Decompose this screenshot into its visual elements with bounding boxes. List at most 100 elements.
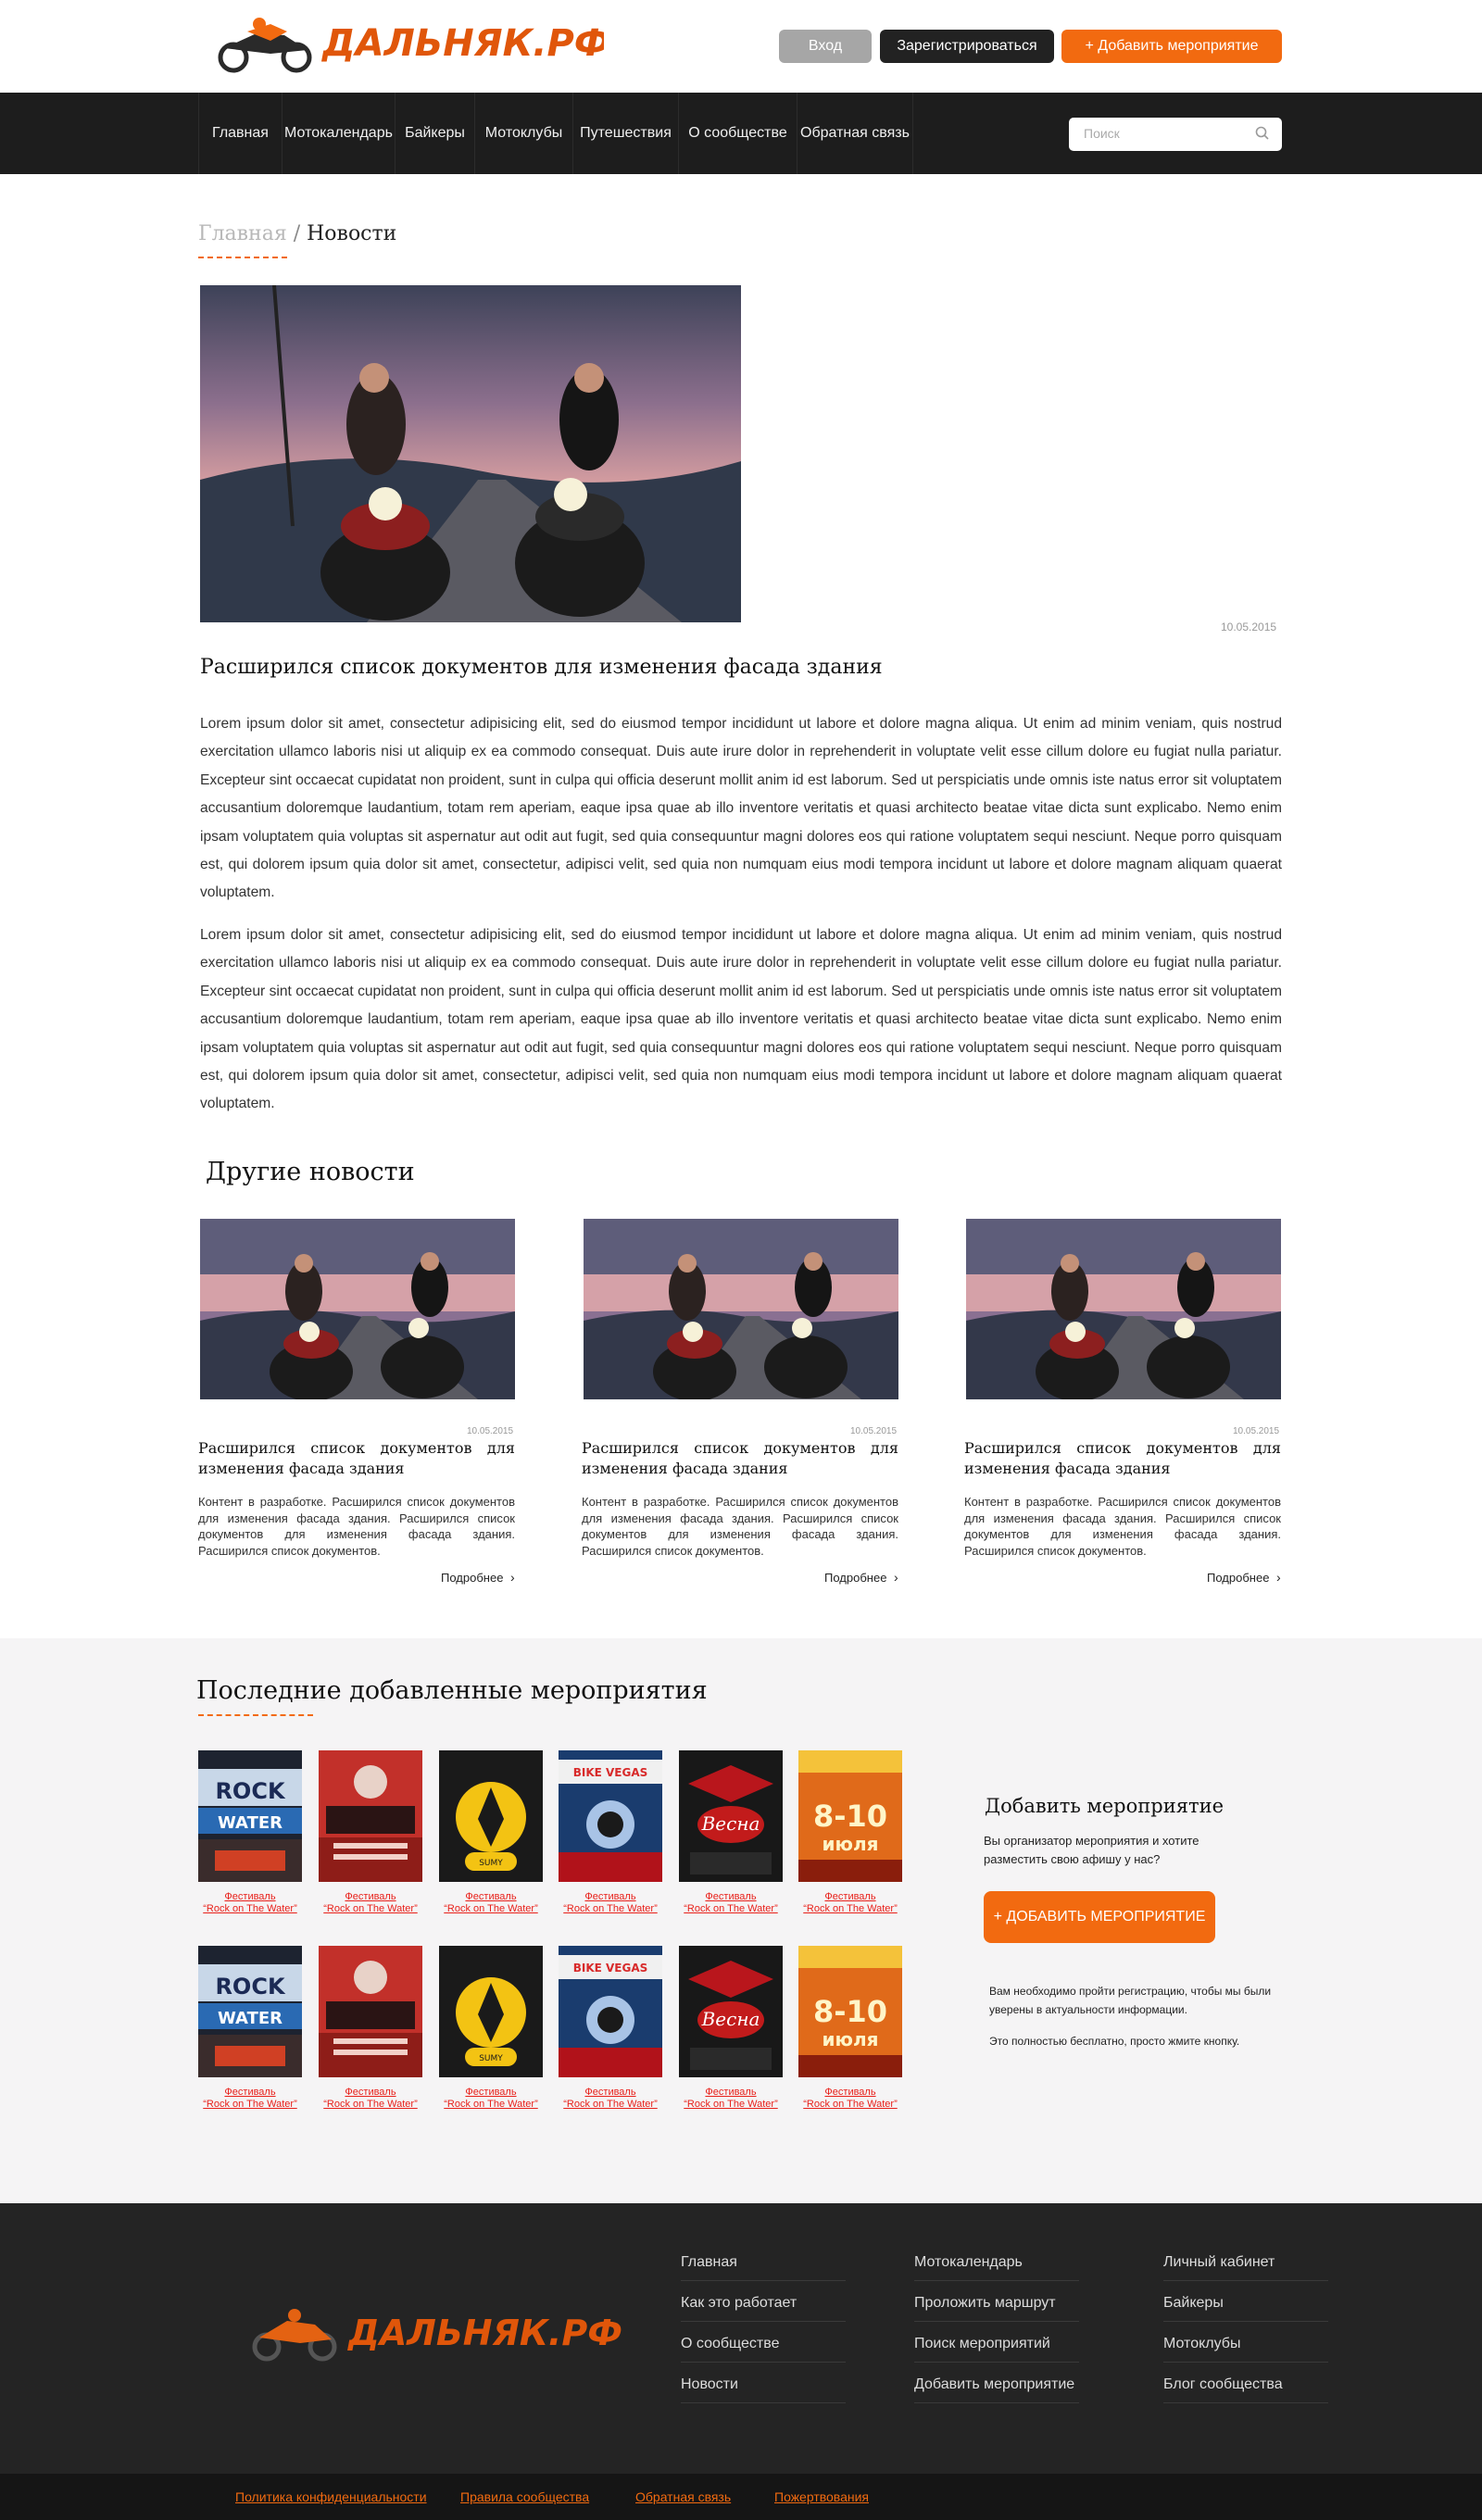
event-poster-image[interactable] xyxy=(319,1946,422,2077)
add-event-button[interactable]: + ДОБАВИТЬ МЕРОПРИЯТИЕ xyxy=(984,1891,1215,1943)
news-card-image[interactable] xyxy=(966,1219,1281,1401)
news-card-more-link[interactable]: Подробнее › xyxy=(824,1570,898,1585)
footer-link[interactable]: Новости xyxy=(681,2376,846,2403)
search-icon[interactable] xyxy=(1254,125,1271,142)
site-logo[interactable]: ДАЛЬНЯК.РФ xyxy=(206,13,610,74)
news-card-title[interactable]: Расширился список документов для изменен… xyxy=(198,1438,515,1479)
news-card-date: 10.05.2015 xyxy=(467,1426,514,1436)
event-poster-image[interactable]: SUMY xyxy=(439,1946,543,2077)
news-card-date: 10.05.2015 xyxy=(1233,1426,1280,1436)
footer-link[interactable]: Блог сообщества xyxy=(1163,2376,1328,2403)
event-poster-title-line: “Rock on The Water” xyxy=(323,2099,418,2110)
add-event-header-button[interactable]: + Добавить мероприятие xyxy=(1061,30,1282,63)
footer-bottom-link[interactable]: Правила сообщества xyxy=(460,2489,589,2504)
more-link-label: Подробнее xyxy=(1207,1571,1270,1585)
event-poster-title-line: Фестиваль xyxy=(224,2087,276,2098)
nav-item-about[interactable]: О сообществе xyxy=(678,93,797,174)
news-card-text: Контент в разработке. Расширился список … xyxy=(964,1495,1281,1558)
footer-link[interactable]: Личный кабинет xyxy=(1163,2254,1328,2281)
event-poster-title[interactable]: Фестиваль “Rock on The Water” xyxy=(790,1891,911,1915)
event-poster-title[interactable]: Фестиваль “Rock on The Water” xyxy=(671,2087,791,2111)
nav-item-home[interactable]: Главная xyxy=(198,93,282,174)
register-button[interactable]: Зарегистрироваться xyxy=(880,30,1054,63)
event-poster-image[interactable]: ROCK WATER xyxy=(198,1750,302,1882)
event-poster-title[interactable]: Фестиваль “Rock on The Water” xyxy=(431,2087,551,2111)
event-poster-title[interactable]: Фестиваль “Rock on The Water” xyxy=(310,1891,431,1915)
breadcrumb-home[interactable]: Главная xyxy=(198,222,287,245)
page: ДАЛЬНЯК.РФ Вход Зарегистрироваться + Доб… xyxy=(0,0,1482,2520)
footer-link[interactable]: Байкеры xyxy=(1163,2295,1328,2322)
nav-item-feedback[interactable]: Обратная связь xyxy=(797,93,913,174)
article-paragraph: Lorem ipsum dolor sit amet, consectetur … xyxy=(200,927,1282,1112)
nav-item-calendar[interactable]: Мотокалендарь xyxy=(282,93,395,174)
news-card-title[interactable]: Расширился список документов для изменен… xyxy=(964,1438,1281,1479)
svg-text:Bесна: Bесна xyxy=(701,1812,760,1835)
event-poster-title[interactable]: Фестиваль “Rock on The Water” xyxy=(310,2087,431,2111)
event-poster-title-line: Фестиваль xyxy=(345,1891,396,1902)
event-poster-title-line: Фестиваль xyxy=(824,1891,876,1902)
nav-item-clubs[interactable]: Мотоклубы xyxy=(474,93,572,174)
event-poster-title[interactable]: Фестиваль “Rock on The Water” xyxy=(190,1891,310,1915)
news-card-more-link[interactable]: Подробнее › xyxy=(441,1570,515,1585)
footer-link[interactable]: Мотоклубы xyxy=(1163,2336,1328,2363)
search-placeholder: Поиск xyxy=(1084,126,1120,141)
other-news-heading: Другие новости xyxy=(206,1158,415,1186)
event-poster-title-line: “Rock on The Water” xyxy=(563,1903,658,1914)
event-poster-title[interactable]: Фестиваль “Rock on The Water” xyxy=(550,1891,671,1915)
search-input[interactable]: Поиск xyxy=(1069,118,1282,151)
footer-link[interactable]: Поиск мероприятий xyxy=(914,2336,1079,2363)
event-poster-image[interactable]: Bесна xyxy=(679,1946,783,2077)
event-poster-title-line: Фестиваль xyxy=(465,2087,517,2098)
nav-item-bikers[interactable]: Байкеры xyxy=(395,93,474,174)
chevron-right-icon: › xyxy=(510,1570,515,1585)
event-poster-image[interactable]: ROCK WATER xyxy=(198,1946,302,2077)
svg-text:8-10: 8-10 xyxy=(813,1994,887,2029)
svg-text:июля: июля xyxy=(823,2028,879,2050)
event-poster-title[interactable]: Фестиваль “Rock on The Water” xyxy=(790,2087,911,2111)
breadcrumb-current: Новости xyxy=(307,222,397,245)
footer-link[interactable]: Проложить маршрут xyxy=(914,2295,1079,2322)
event-poster-image[interactable]: Bесна xyxy=(679,1750,783,1882)
event-poster-image[interactable]: BIKE VEGAS xyxy=(559,1750,662,1882)
event-poster-title[interactable]: Фестиваль “Rock on The Water” xyxy=(190,2087,310,2111)
article-paragraph: Lorem ipsum dolor sit amet, consectetur … xyxy=(200,716,1282,901)
event-poster-title-line: Фестиваль xyxy=(584,1891,636,1902)
event-poster-image[interactable]: BIKE VEGAS xyxy=(559,1946,662,2077)
footer-link[interactable]: О сообществе xyxy=(681,2336,846,2363)
footer-bottom-link[interactable]: Политика конфиденциальности xyxy=(235,2489,427,2504)
nav-item-travel[interactable]: Путешествия xyxy=(572,93,678,174)
event-poster-title-line: “Rock on The Water” xyxy=(803,1903,898,1914)
event-poster-image[interactable]: 8-10 июля xyxy=(798,1946,902,2077)
footer-link[interactable]: Главная xyxy=(681,2254,846,2281)
login-button[interactable]: Вход xyxy=(779,30,872,63)
svg-text:WATER: WATER xyxy=(218,1813,283,1833)
news-card-image[interactable] xyxy=(200,1219,515,1401)
event-poster-title[interactable]: Фестиваль “Rock on The Water” xyxy=(431,1891,551,1915)
news-card-image[interactable] xyxy=(584,1219,898,1401)
event-poster-title[interactable]: Фестиваль “Rock on The Water” xyxy=(550,2087,671,2111)
footer-bottom-link[interactable]: Обратная связь xyxy=(635,2489,731,2504)
footer-link[interactable]: Как это работает xyxy=(681,2295,846,2322)
add-event-text: Вы организатор мероприятия и хотите разм… xyxy=(984,1834,1199,1866)
events-heading: Последние добавленные мероприятия xyxy=(196,1676,708,1705)
svg-text:ДАЛЬНЯК.РФ: ДАЛЬНЯК.РФ xyxy=(347,2313,622,2353)
event-poster-image[interactable]: 8-10 июля xyxy=(798,1750,902,1882)
footer-link[interactable]: Добавить мероприятие xyxy=(914,2376,1079,2403)
events-section xyxy=(0,1638,1482,2203)
svg-text:BIKE VEGAS: BIKE VEGAS xyxy=(573,1962,648,1975)
event-poster-image[interactable] xyxy=(319,1750,422,1882)
event-poster-title-line: Фестиваль xyxy=(705,1891,757,1902)
footer-bottom-link[interactable]: Пожертвования xyxy=(774,2489,869,2504)
footer-link[interactable]: Мотокалендарь xyxy=(914,2254,1079,2281)
event-poster-image[interactable]: SUMY xyxy=(439,1750,543,1882)
event-poster-title-line: “Rock on The Water” xyxy=(803,2099,898,2110)
svg-text:WATER: WATER xyxy=(218,2009,283,2028)
event-poster-title[interactable]: Фестиваль “Rock on The Water” xyxy=(671,1891,791,1915)
news-card-text: Контент в разработке. Расширился список … xyxy=(198,1495,515,1558)
event-poster-title-line: Фестиваль xyxy=(705,2087,757,2098)
footer-logo[interactable]: ДАЛЬНЯК.РФ xyxy=(239,2304,637,2362)
breadcrumb-underline xyxy=(198,257,287,258)
news-card-title[interactable]: Расширился список документов для изменен… xyxy=(582,1438,898,1479)
news-card-more-link[interactable]: Подробнее › xyxy=(1207,1570,1281,1585)
article-date: 10.05.2015 xyxy=(1221,621,1277,633)
